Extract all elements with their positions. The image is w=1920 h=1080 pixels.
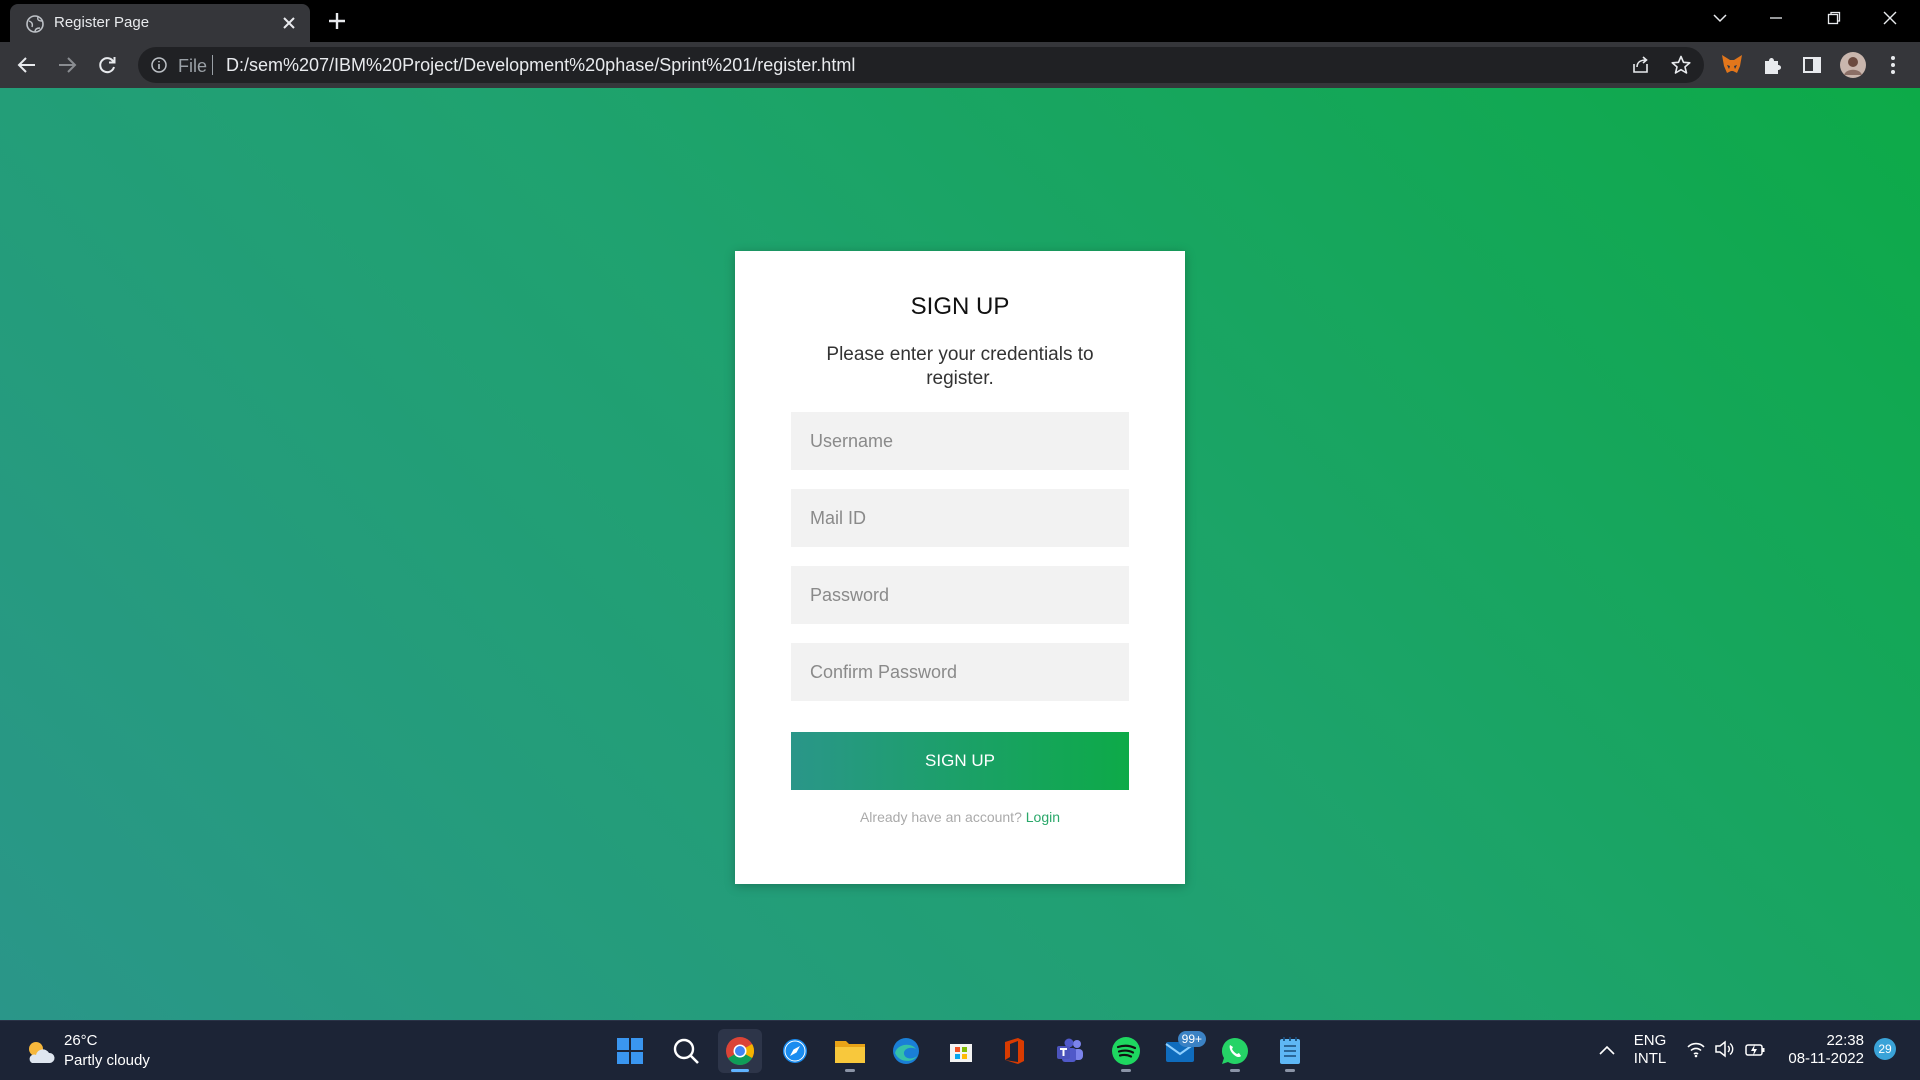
- taskbar-teams[interactable]: [1048, 1029, 1092, 1073]
- browser-tab-bar: Register Page: [0, 0, 1920, 42]
- taskbar-store[interactable]: [939, 1029, 983, 1073]
- address-divider: [212, 55, 213, 75]
- back-button[interactable]: [13, 51, 41, 79]
- taskbar-search-button[interactable]: [664, 1029, 708, 1073]
- chevron-up-icon[interactable]: [1598, 1043, 1616, 1057]
- form-title: SIGN UP: [910, 293, 1010, 320]
- address-scheme: File: [178, 56, 208, 76]
- start-button[interactable]: [608, 1029, 652, 1073]
- extensions-button[interactable]: [1758, 51, 1786, 79]
- taskbar-whatsapp[interactable]: [1213, 1029, 1257, 1073]
- login-link[interactable]: Login: [1026, 809, 1060, 825]
- close-window-button[interactable]: [1862, 0, 1918, 36]
- browser-toolbar: File D:/sem%207/IBM%20Project/Developmen…: [0, 42, 1920, 88]
- side-panel-button[interactable]: [1798, 51, 1826, 79]
- running-indicator: [845, 1069, 855, 1072]
- taskbar-file-explorer[interactable]: [828, 1029, 872, 1073]
- signup-button[interactable]: SIGN UP: [791, 732, 1129, 790]
- running-indicator: [731, 1069, 749, 1072]
- taskbar: 26°C Partly cloudy 99+ ENG INTL 22:38 08…: [0, 1020, 1920, 1080]
- chrome-icon: [726, 1037, 754, 1065]
- compass-icon: [783, 1039, 807, 1063]
- close-tab-icon[interactable]: [278, 12, 300, 34]
- whatsapp-icon: [1221, 1037, 1248, 1065]
- taskbar-edge[interactable]: [884, 1029, 928, 1073]
- keyboard-layout: INTL: [1633, 1050, 1667, 1067]
- menu-button[interactable]: [1879, 51, 1907, 79]
- clock-time: 22:38: [1826, 1032, 1864, 1049]
- teams-icon: [1057, 1038, 1083, 1062]
- side-panel-icon: [1803, 57, 1821, 73]
- language-indicator[interactable]: ENG INTL: [1632, 1032, 1668, 1068]
- taskbar-office[interactable]: [992, 1029, 1036, 1073]
- kebab-menu-icon: [1891, 56, 1895, 74]
- puzzle-icon: [1765, 58, 1781, 74]
- windows-logo-icon: [617, 1038, 643, 1064]
- notepad-icon: [1280, 1037, 1300, 1064]
- search-icon: [673, 1038, 699, 1064]
- avatar: [1840, 52, 1866, 78]
- taskbar-notepad[interactable]: [1268, 1029, 1312, 1073]
- fox-icon: [1722, 55, 1742, 73]
- form-description: Please enter your credentials to registe…: [826, 344, 1094, 389]
- running-indicator: [1285, 1069, 1295, 1072]
- new-tab-icon[interactable]: [324, 8, 350, 34]
- spotify-icon: [1112, 1037, 1140, 1065]
- address-url[interactable]: D:/sem%207/IBM%20Project/Development%20p…: [226, 55, 855, 76]
- arrow-right-icon: [59, 57, 77, 73]
- minimize-button[interactable]: [1748, 0, 1804, 36]
- username-input[interactable]: [791, 412, 1129, 470]
- share-icon[interactable]: [1630, 54, 1652, 76]
- password-input[interactable]: [791, 566, 1129, 624]
- weather-temperature: 26°C: [64, 1032, 98, 1049]
- taskbar-chrome[interactable]: [718, 1029, 762, 1073]
- minimize-icon: [1770, 17, 1782, 19]
- forward-button[interactable]: [53, 51, 81, 79]
- star-icon[interactable]: [1670, 54, 1692, 76]
- globe-icon: [26, 15, 44, 33]
- mail-id-input[interactable]: [791, 489, 1129, 547]
- tab-title: Register Page: [54, 14, 150, 31]
- confirm-password-input[interactable]: [791, 643, 1129, 701]
- clock[interactable]: 22:38 08-11-2022: [1780, 1032, 1864, 1068]
- clock-date: 08-11-2022: [1788, 1050, 1864, 1067]
- metamask-extension-button[interactable]: [1718, 51, 1746, 79]
- signup-card: SIGN UP Please enter your credentials to…: [735, 251, 1185, 884]
- running-indicator: [1230, 1069, 1240, 1072]
- login-prompt-text: Already have an account?: [859, 809, 1026, 825]
- taskbar-spotify[interactable]: [1104, 1029, 1148, 1073]
- edge-icon: [893, 1038, 919, 1064]
- taskbar-mail[interactable]: 99+: [1158, 1029, 1206, 1073]
- login-prompt: Already have an account? Login: [735, 809, 1185, 825]
- weather-widget[interactable]: 26°C Partly cloudy: [20, 1031, 190, 1073]
- taskbar-compass-app[interactable]: [773, 1029, 817, 1073]
- store-icon: [950, 1044, 972, 1062]
- folder-icon: [835, 1041, 865, 1063]
- chevron-down-icon: [1713, 14, 1727, 23]
- weather-condition: Partly cloudy: [64, 1052, 150, 1069]
- restore-icon: [1827, 11, 1841, 25]
- browser-tab[interactable]: Register Page: [10, 4, 310, 42]
- volume-icon[interactable]: [1714, 1040, 1734, 1058]
- mail-unread-badge: 99+: [1177, 1031, 1206, 1047]
- tab-search-button[interactable]: [1692, 0, 1748, 36]
- language-code: ENG: [1633, 1032, 1667, 1049]
- restore-button[interactable]: [1806, 0, 1862, 36]
- office-icon: [1005, 1038, 1024, 1064]
- info-icon[interactable]: [150, 56, 168, 74]
- page-background: SIGN UP Please enter your credentials to…: [0, 88, 1920, 1020]
- battery-icon[interactable]: [1744, 1040, 1766, 1058]
- close-icon: [1883, 11, 1897, 25]
- notification-badge[interactable]: 29: [1874, 1038, 1896, 1060]
- arrow-left-icon: [17, 57, 35, 73]
- address-bar[interactable]: File D:/sem%207/IBM%20Project/Developmen…: [138, 47, 1704, 83]
- partly-cloudy-icon: [29, 1042, 55, 1063]
- reload-icon: [99, 57, 116, 74]
- wifi-icon[interactable]: [1686, 1040, 1706, 1058]
- profile-button[interactable]: [1839, 51, 1867, 79]
- running-indicator: [1121, 1069, 1131, 1072]
- reload-button[interactable]: [93, 51, 121, 79]
